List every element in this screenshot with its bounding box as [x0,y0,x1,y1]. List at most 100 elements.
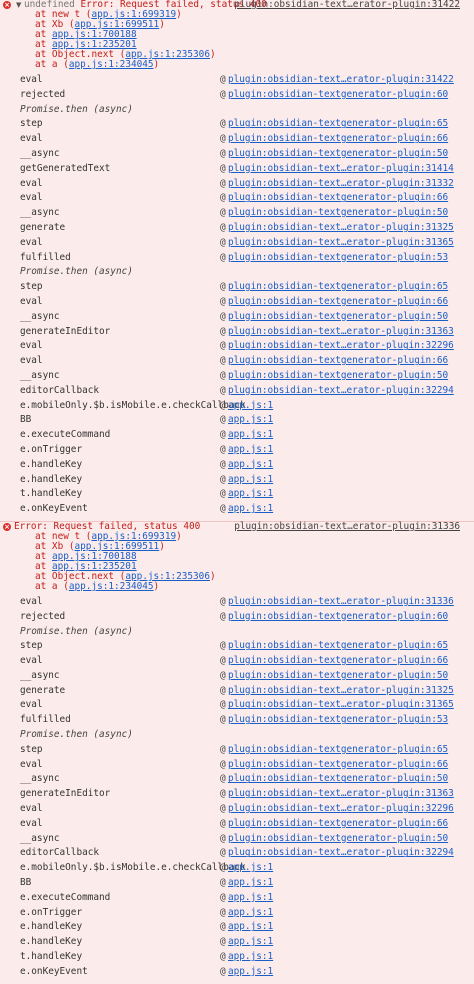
stack-frame-row: e.handleKey @ app.js:1 [0,920,474,935]
frame-source-link[interactable]: plugin:obsidian-text…erator-plugin:31365 [228,698,454,713]
error-source-link[interactable]: plugin:obsidian-text…erator-plugin:31422 [234,0,460,10]
at-symbol: @ [220,936,226,948]
frame-source-link[interactable]: plugin:obsidian-textgenerator-plugin:65 [228,117,448,132]
stack-trace-suffix: ) [159,19,165,30]
frame-source-link[interactable]: plugin:obsidian-textgenerator-plugin:66 [228,354,448,369]
function-name: generateInEditor [20,325,111,337]
frame-source-link[interactable]: app.js:1 [228,413,273,428]
error-header[interactable]: × ▼ undefined Error: Request failed, statu… [0,0,474,10]
frame-source-link[interactable]: app.js:1 [228,487,273,502]
stack-trace-link[interactable]: app.js:1:234045 [69,581,154,592]
frame-source-link[interactable]: plugin:obsidian-textgenerator-plugin:50 [228,206,448,221]
frame-source-link[interactable]: plugin:obsidian-text…erator-plugin:31422 [228,73,454,88]
stack-frame-row: generateInEditor @ plugin:obsidian-text…er… [0,325,474,340]
stack-frame-row: step @ plugin:obsidian-textgenerator-plugi… [0,743,474,758]
stack-frame-row: e.onKeyEvent @ app.js:1 [0,502,474,517]
function-name: eval [20,655,43,667]
frame-source-link[interactable]: app.js:1 [228,399,273,414]
frame-source-link[interactable]: plugin:obsidian-textgenerator-plugin:50 [228,669,448,684]
error-header[interactable]: × Error: Request failed, status 400 plugin… [0,521,474,532]
frame-source-link[interactable]: plugin:obsidian-textgenerator-plugin:50 [228,369,448,384]
function-name: t.handleKey [20,488,83,500]
at-symbol: @ [220,162,226,174]
frame-source-link[interactable]: plugin:obsidian-text…erator-plugin:31363 [228,325,454,340]
stack-frame-row: e.handleKey @ app.js:1 [0,473,474,488]
frame-source-link[interactable]: plugin:obsidian-text…erator-plugin:32294 [228,384,454,399]
frame-source-link[interactable]: plugin:obsidian-textgenerator-plugin:66 [228,295,448,310]
disclosure-triangle-icon[interactable]: ▼ [16,0,21,10]
stack-frame-row: eval @ plugin:obsidian-textgenerator-plugi… [0,817,474,832]
frame-source-link[interactable]: plugin:obsidian-textgenerator-plugin:50 [228,832,448,847]
frame-source-link[interactable]: plugin:obsidian-textgenerator-plugin:65 [228,280,448,295]
function-name: eval [20,340,43,352]
frame-source-link[interactable]: plugin:obsidian-textgenerator-plugin:53 [228,251,448,266]
frame-source-link[interactable]: app.js:1 [228,950,273,965]
function-name: generateInEditor [20,788,111,800]
frame-source-link[interactable]: plugin:obsidian-text…erator-plugin:32296 [228,339,454,354]
function-name: e.executeCommand [20,891,111,903]
frame-source-link[interactable]: plugin:obsidian-text…erator-plugin:31336 [228,595,454,610]
frame-source-link[interactable]: app.js:1 [228,458,273,473]
frame-source-link[interactable]: plugin:obsidian-textgenerator-plugin:66 [228,191,448,206]
function-name: generate [20,221,66,233]
stack-frame-row: BB @ app.js:1 [0,413,474,428]
stack-frame-row: e.onKeyEvent @ app.js:1 [0,965,474,980]
frame-source-link[interactable]: plugin:obsidian-text…erator-plugin:31325 [228,684,454,699]
frame-source-link[interactable]: app.js:1 [228,876,273,891]
frame-source-link[interactable]: plugin:obsidian-text…erator-plugin:31332 [228,177,454,192]
frame-source-link[interactable]: plugin:obsidian-text…erator-plugin:31414 [228,162,454,177]
frame-source-link[interactable]: plugin:obsidian-text…erator-plugin:31325 [228,221,454,236]
at-symbol: @ [220,74,226,85]
at-symbol: @ [220,414,226,426]
frame-source-link[interactable]: app.js:1 [228,473,273,488]
frame-source-link[interactable]: plugin:obsidian-textgenerator-plugin:50 [228,310,448,325]
error-message-block: × ▼ undefined Error: Request failed, statu… [0,0,474,517]
frame-source-link[interactable]: plugin:obsidian-text…erator-plugin:31365 [228,236,454,251]
at-symbol: @ [220,443,226,455]
frame-source-link[interactable]: app.js:1 [228,891,273,906]
stack-frame-row: BB @ app.js:1 [0,876,474,891]
frame-source-link[interactable]: plugin:obsidian-textgenerator-plugin:60 [228,610,448,625]
stack-frame-row: editorCallback @ plugin:obsidian-text…erat… [0,846,474,861]
stack-trace-line: at a (app.js:1:234045) [0,581,474,592]
frame-source-link[interactable]: plugin:obsidian-textgenerator-plugin:66 [228,817,448,832]
stack-frame-row: rejected @ plugin:obsidian-textgenerator-p… [0,88,474,103]
error-source-link[interactable]: plugin:obsidian-text…erator-plugin:31336 [234,521,460,532]
frame-source-link[interactable]: plugin:obsidian-textgenerator-plugin:66 [228,132,448,147]
frame-source-link[interactable]: plugin:obsidian-textgenerator-plugin:50 [228,772,448,787]
frame-source-link[interactable]: plugin:obsidian-textgenerator-plugin:66 [228,758,448,773]
frame-source-link[interactable]: app.js:1 [228,965,273,980]
at-symbol: @ [220,488,226,500]
error-circle-icon: × [3,522,11,531]
frame-source-link[interactable]: plugin:obsidian-textgenerator-plugin:53 [228,713,448,728]
frame-source-link[interactable]: app.js:1 [228,906,273,921]
function-name: Promise.then (async) [20,266,133,278]
stack-trace-link[interactable]: app.js:1:234045 [69,59,154,70]
async-boundary-row: Promise.then (async) [0,265,474,280]
function-name: eval [20,699,43,711]
frame-source-link[interactable]: plugin:obsidian-text…erator-plugin:32294 [228,846,454,861]
function-name: t.handleKey [20,951,83,963]
at-symbol: @ [220,281,226,293]
frame-source-link[interactable]: app.js:1 [228,428,273,443]
frame-source-link[interactable]: plugin:obsidian-textgenerator-plugin:65 [228,639,448,654]
frame-source-link[interactable]: plugin:obsidian-textgenerator-plugin:50 [228,147,448,162]
frame-source-link[interactable]: app.js:1 [228,443,273,458]
stack-frame-row: step @ plugin:obsidian-textgenerator-plugi… [0,639,474,654]
frame-source-link[interactable]: app.js:1 [228,935,273,950]
frame-source-link[interactable]: plugin:obsidian-text…erator-plugin:31363 [228,787,454,802]
stack-frame-row: e.handleKey @ app.js:1 [0,935,474,950]
at-symbol: @ [220,655,226,667]
frame-source-link[interactable]: plugin:obsidian-text…erator-plugin:32296 [228,802,454,817]
frame-source-link[interactable]: app.js:1 [228,861,273,876]
function-name: e.handleKey [20,473,83,485]
frame-source-link[interactable]: app.js:1 [228,920,273,935]
function-name: e.onTrigger [20,906,83,918]
frame-source-link[interactable]: plugin:obsidian-textgenerator-plugin:66 [228,654,448,669]
stack-frame-row: eval @ plugin:obsidian-textgenerator-plugi… [0,295,474,310]
frame-source-link[interactable]: plugin:obsidian-textgenerator-plugin:65 [228,743,448,758]
function-name: eval [20,74,43,85]
frame-source-link[interactable]: app.js:1 [228,502,273,517]
stack-frame-row: rejected @ plugin:obsidian-textgenerator-p… [0,610,474,625]
frame-source-link[interactable]: plugin:obsidian-textgenerator-plugin:60 [228,88,448,103]
